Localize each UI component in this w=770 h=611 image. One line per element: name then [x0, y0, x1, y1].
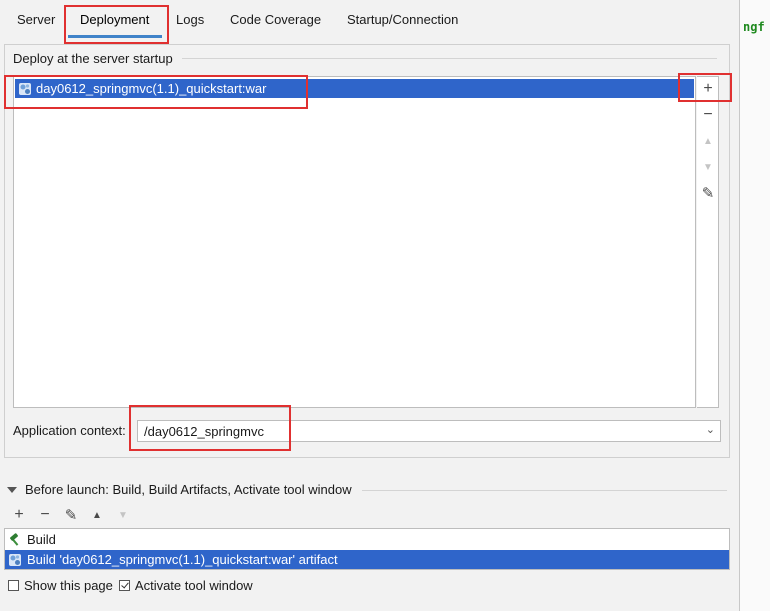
show-this-page-checkbox[interactable] [8, 580, 19, 591]
deploy-artifact-list[interactable]: day0612_springmvc(1.1)_quickstart:war [13, 76, 696, 408]
list-item-label: Build [27, 532, 56, 547]
hammer-icon [10, 532, 19, 546]
tab-logs[interactable]: Logs [176, 12, 204, 34]
remove-icon[interactable]: − [32, 506, 58, 524]
section-divider [362, 490, 727, 491]
application-context-value: /day0612_springmvc [144, 424, 264, 439]
tab-bar: Server Deployment Logs Code Coverage Sta… [0, 0, 739, 40]
section-divider [182, 58, 717, 59]
list-item-label: day0612_springmvc(1.1)_quickstart:war [36, 81, 267, 96]
move-down-icon[interactable]: ▼ [697, 156, 719, 178]
deploy-section-title: Deploy at the server startup [13, 51, 173, 66]
before-launch-header[interactable]: Before launch: Build, Build Artifacts, A… [7, 482, 352, 497]
activate-tool-window-label: Activate tool window [134, 578, 253, 593]
before-launch-list[interactable]: Build Build 'day0612_springmvc(1.1)_quic… [4, 528, 730, 570]
list-item-label: Build 'day0612_springmvc(1.1)_quickstart… [27, 552, 338, 567]
move-up-icon[interactable]: ▲ [697, 130, 719, 152]
artifact-icon [19, 82, 31, 95]
add-icon[interactable]: + [697, 78, 719, 100]
before-launch-title: Before launch: Build, Build Artifacts, A… [25, 482, 352, 497]
move-up-icon[interactable]: ▲ [84, 510, 110, 521]
editor-strip [739, 0, 770, 611]
remove-icon[interactable]: − [697, 104, 719, 126]
activate-tool-window-checkbox[interactable] [118, 580, 130, 591]
editor-text-fragment: ngf [743, 20, 765, 34]
show-this-page-label: Show this page [24, 578, 113, 593]
active-tab-indicator [68, 35, 162, 38]
before-launch-toolbar: + − ✎ ▲ ▼ [6, 505, 136, 525]
add-icon[interactable]: + [6, 506, 32, 524]
edit-icon[interactable]: ✎ [697, 182, 719, 204]
tab-code-coverage[interactable]: Code Coverage [230, 12, 321, 34]
tab-server[interactable]: Server [17, 12, 55, 34]
tab-deployment[interactable]: Deployment [80, 12, 149, 34]
application-context-combo[interactable]: /day0612_springmvc ⌄ [137, 420, 721, 442]
list-item[interactable]: Build 'day0612_springmvc(1.1)_quickstart… [5, 550, 729, 569]
edit-icon[interactable]: ✎ [58, 506, 84, 524]
tab-startup-connection[interactable]: Startup/Connection [347, 12, 458, 34]
show-this-page-option[interactable]: Show this page [8, 578, 113, 593]
deploy-list-toolbar: + − ▲ ▼ ✎ [697, 76, 719, 408]
artifact-icon [9, 553, 21, 566]
application-context-label: Application context: [13, 423, 126, 438]
options-row: Show this page Activate tool window [8, 578, 259, 593]
collapse-triangle-icon[interactable] [7, 486, 17, 493]
list-item[interactable]: day0612_springmvc(1.1)_quickstart:war [15, 79, 694, 98]
list-item[interactable]: Build [5, 530, 729, 549]
activate-tool-window-option[interactable]: Activate tool window [118, 578, 253, 593]
move-down-icon[interactable]: ▼ [110, 510, 136, 521]
chevron-down-icon[interactable]: ⌄ [706, 423, 715, 436]
